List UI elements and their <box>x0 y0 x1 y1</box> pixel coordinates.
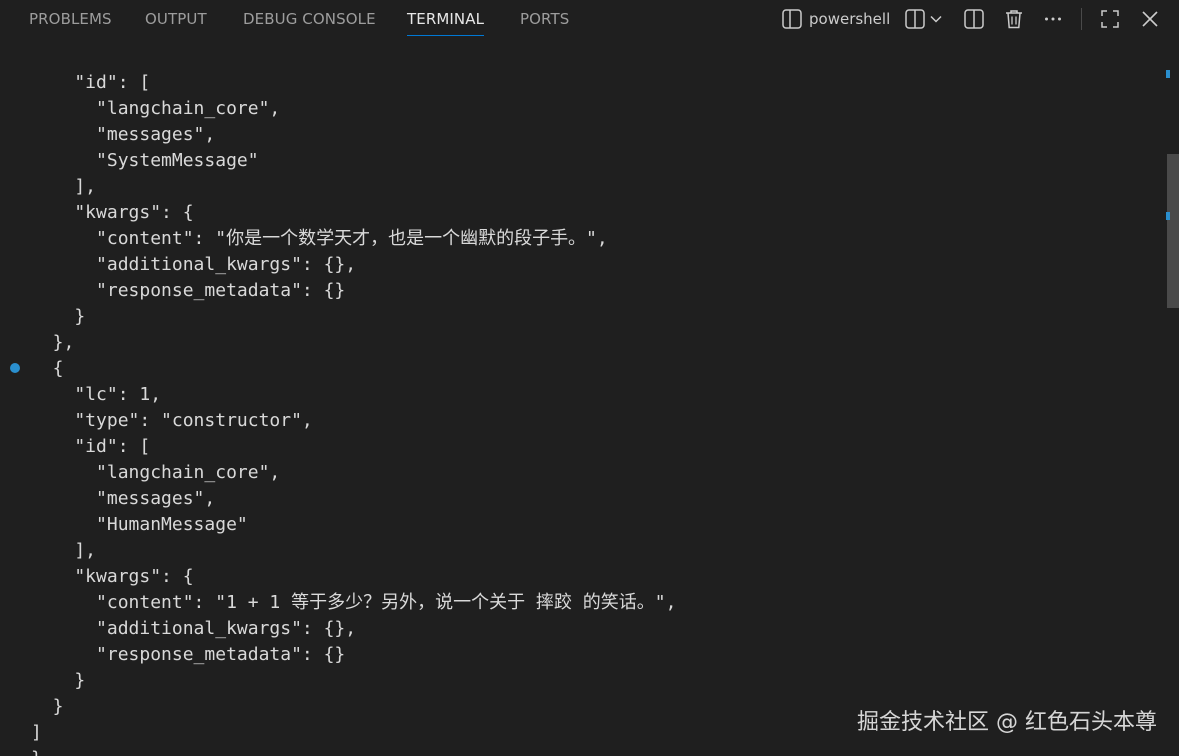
split-terminal-icon <box>904 8 926 30</box>
terminal-output[interactable]: "id": [ "langchain_core", "messages", "S… <box>0 38 1163 756</box>
terminal-line: "id": [ <box>31 436 151 457</box>
kill-terminal-button[interactable] <box>1003 5 1025 33</box>
terminal-name: powershell <box>809 10 891 28</box>
terminal-line: } <box>31 670 86 691</box>
trash-icon <box>1003 8 1025 30</box>
tab-problems[interactable]: PROBLEMS <box>29 0 112 38</box>
terminal-line: "additional_kwargs": {}, <box>31 254 357 275</box>
close-icon <box>1139 8 1161 30</box>
maximize-panel-button[interactable] <box>1099 5 1121 33</box>
more-actions-button[interactable] <box>1042 5 1064 33</box>
terminal-line: "content": "1 + 1 等于多少？另外，说一个关于 摔跤 的笑话。"… <box>31 592 677 613</box>
terminal-line: "kwargs": { <box>31 202 194 223</box>
scrollbar-thumb[interactable] <box>1167 154 1179 308</box>
terminal-line: "id": [ <box>31 72 151 93</box>
terminal-line: }, <box>31 332 75 353</box>
chevron-down-icon[interactable] <box>929 12 943 26</box>
command-decoration-marker[interactable] <box>10 363 20 373</box>
terminal-line: "response_metadata": {} <box>31 280 346 301</box>
terminal-line: "messages", <box>31 124 216 145</box>
terminal-line: "additional_kwargs": {}, <box>31 618 357 639</box>
terminal-line: { <box>31 358 64 379</box>
split-icon <box>963 8 985 30</box>
terminal-line: "HumanMessage" <box>31 514 248 535</box>
terminal-line: "content": "你是一个数学天才，也是一个幽默的段子手。", <box>31 228 608 249</box>
maximize-icon <box>1099 8 1121 30</box>
close-panel-button[interactable] <box>1139 5 1161 33</box>
terminal-selector[interactable]: powershell <box>781 5 890 33</box>
terminal-line: ], <box>31 540 97 561</box>
terminal-line: "langchain_core", <box>31 462 281 483</box>
terminal-line: "langchain_core", <box>31 98 281 119</box>
split-editor-button[interactable] <box>963 5 985 33</box>
tab-output[interactable]: OUTPUT <box>145 0 207 38</box>
terminal-line: ], <box>31 176 97 197</box>
terminal-line: "SystemMessage" <box>31 150 259 171</box>
tab-terminal[interactable]: TERMINAL <box>407 0 485 38</box>
terminal-line: } <box>31 696 64 717</box>
tab-debug-console[interactable]: DEBUG CONSOLE <box>243 0 376 38</box>
split-terminal-button[interactable] <box>904 5 943 33</box>
terminal-line: "messages", <box>31 488 216 509</box>
scroll-marker <box>1166 212 1170 220</box>
terminal-line: "lc": 1, <box>31 384 162 405</box>
terminal-line: "response_metadata": {} <box>31 644 346 665</box>
more-icon <box>1042 8 1064 30</box>
panel-tab-bar: PROBLEMS OUTPUT DEBUG CONSOLE TERMINAL P… <box>0 0 1179 38</box>
terminal-panel-icon <box>781 8 803 30</box>
terminal-line: "type": "constructor", <box>31 410 313 431</box>
toolbar-divider <box>1081 8 1082 30</box>
terminal-line: ] <box>31 722 42 743</box>
terminal-line: "kwargs": { <box>31 566 194 587</box>
tab-ports[interactable]: PORTS <box>520 0 569 38</box>
terminal-line: } <box>31 746 42 756</box>
scroll-marker <box>1166 70 1170 78</box>
terminal-scrollbar[interactable] <box>1163 38 1179 756</box>
watermark: 掘金技术社区 @ 红色石头本尊 <box>857 710 1157 735</box>
terminal-line: } <box>31 306 86 327</box>
